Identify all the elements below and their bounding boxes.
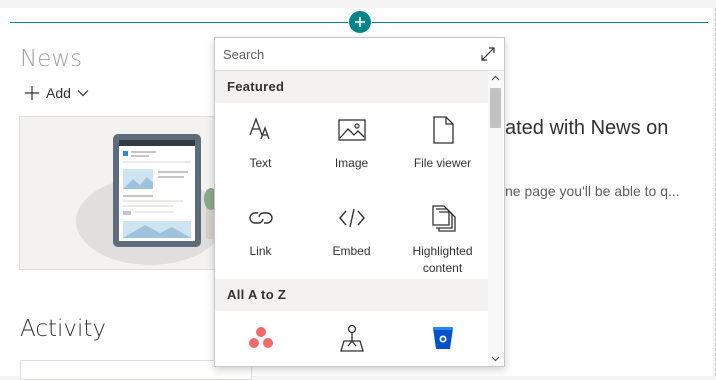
embed-icon (339, 208, 365, 228)
scroll-up-icon[interactable] (488, 71, 503, 86)
webpart-label: File viewer (413, 156, 472, 170)
webpart-file-viewer[interactable]: File viewer (397, 103, 488, 191)
bitbucket-icon (433, 327, 453, 349)
scrollbar-thumb[interactable] (490, 88, 501, 128)
webpart-asana[interactable] (215, 311, 306, 366)
asana-icon (249, 327, 273, 348)
webpart-label: Highlighted content (412, 244, 473, 275)
news-add-label: Add (46, 85, 71, 101)
webpart-embed[interactable]: Embed (306, 191, 397, 279)
webpart-image[interactable]: Image (306, 103, 397, 191)
webpart-text[interactable]: Text (215, 103, 306, 191)
bing-maps-icon (340, 324, 364, 352)
link-icon (249, 212, 273, 224)
news-add-button[interactable]: Add (24, 83, 89, 103)
all-a-to-z-header: All A to Z (215, 279, 488, 311)
news-title: News (20, 46, 83, 72)
webpart-label: Link (249, 244, 272, 258)
webpart-highlighted-content[interactable]: Highlighted content (397, 191, 488, 279)
plus-icon (355, 17, 365, 27)
toolbox-scrollbar[interactable] (488, 71, 503, 366)
file-icon (433, 116, 454, 144)
toolbox-list: Featured Text Image File viewer Link Emb… (215, 71, 488, 366)
webpart-toolbox: Search Featured Text Image File viewer L… (214, 37, 505, 367)
search-input[interactable]: Search (223, 47, 264, 62)
image-icon (338, 119, 366, 141)
highlighted-content-icon (432, 205, 456, 232)
toolbox-search-box[interactable]: Search (215, 38, 504, 71)
plus-icon (25, 86, 39, 100)
text-icon (249, 117, 270, 140)
chevron-down-icon (77, 90, 89, 97)
webpart-label: Image (334, 156, 369, 170)
add-webpart-button[interactable] (348, 10, 372, 34)
activity-title: Activity (20, 316, 107, 342)
webpart-label: Text (249, 156, 272, 170)
webpart-bitbucket[interactable] (397, 311, 488, 366)
news-banner-heading: ated with News on (505, 117, 669, 139)
news-banner-body: ne page you'll be able to q... (505, 183, 680, 199)
scroll-down-icon[interactable] (488, 351, 503, 366)
webpart-label: Embed (332, 244, 371, 258)
featured-header: Featured (215, 71, 488, 103)
webpart-link[interactable]: Link (215, 191, 306, 279)
expand-icon[interactable] (480, 46, 496, 62)
webpart-bing-maps[interactable] (306, 311, 397, 366)
